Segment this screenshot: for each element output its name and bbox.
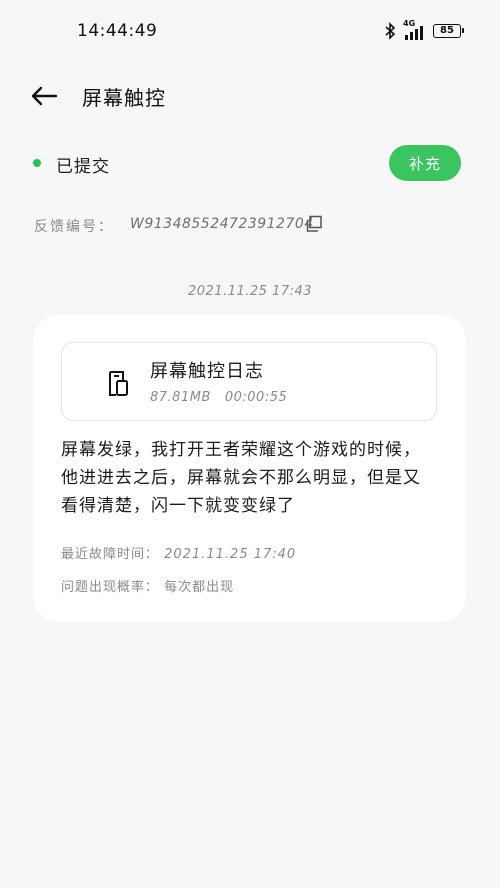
header: 屏幕触控 [0,70,500,120]
copy-icon[interactable] [304,214,324,234]
last-fault-label: 最近故障时间： [61,547,160,562]
arrow-left-icon [31,86,58,106]
battery-icon: 85 [433,24,464,38]
frequency-label: 问题出现概率： [61,580,160,595]
bluetooth-icon [385,22,396,40]
status-icons: 4G 85 [383,19,464,40]
attachment-duration: 00:00:55 [224,390,288,405]
log-attachment[interactable]: 屏幕触控日志 87.81MB 00:00:55 [61,342,437,421]
attachment-size: 87.81MB [150,390,211,405]
status-time: 14:44:49 [77,21,158,41]
feedback-card: 屏幕触控日志 87.81MB 00:00:55 屏幕发绿，我打开王者荣耀这个游戏… [33,315,466,622]
back-button[interactable] [28,80,60,112]
last-fault-value: 2021.11.25 17:40 [164,547,297,562]
phone-log-icon [109,371,128,396]
page-title: 屏幕触控 [82,86,166,110]
signal-icon: 4G [403,19,427,40]
status-dot-icon [33,159,41,167]
supplement-button[interactable]: 补充 [389,145,461,181]
feedback-id-row: 反馈编号： W913485524723912704 [0,210,500,240]
status-bar: 14:44:49 4G 85 [0,0,500,60]
submission-status: 已提交 补充 [0,140,500,186]
problem-description: 屏幕发绿，我打开王者荣耀这个游戏的时候，他进进去之后，屏幕就会不那么明显，但是又… [61,440,421,516]
feedback-detail-page: 14:44:49 4G 85 屏幕触控 已提交 补充 反馈编号： W913485… [0,0,500,888]
frequency-value: 每次都出现 [164,580,235,595]
problem-frequency: 问题出现概率： 每次都出现 [61,576,234,595]
attachment-meta: 87.81MB 00:00:55 [150,390,287,405]
submission-timestamp: 2021.11.25 17:43 [187,284,313,299]
attachment-title: 屏幕触控日志 [150,361,264,382]
last-fault-time: 最近故障时间： 2021.11.25 17:40 [61,543,296,562]
feedback-id-value: W913485524723912704 [130,216,314,232]
status-label: 已提交 [56,157,110,177]
battery-level: 85 [440,25,454,36]
feedback-id-label: 反馈编号： [34,219,114,235]
